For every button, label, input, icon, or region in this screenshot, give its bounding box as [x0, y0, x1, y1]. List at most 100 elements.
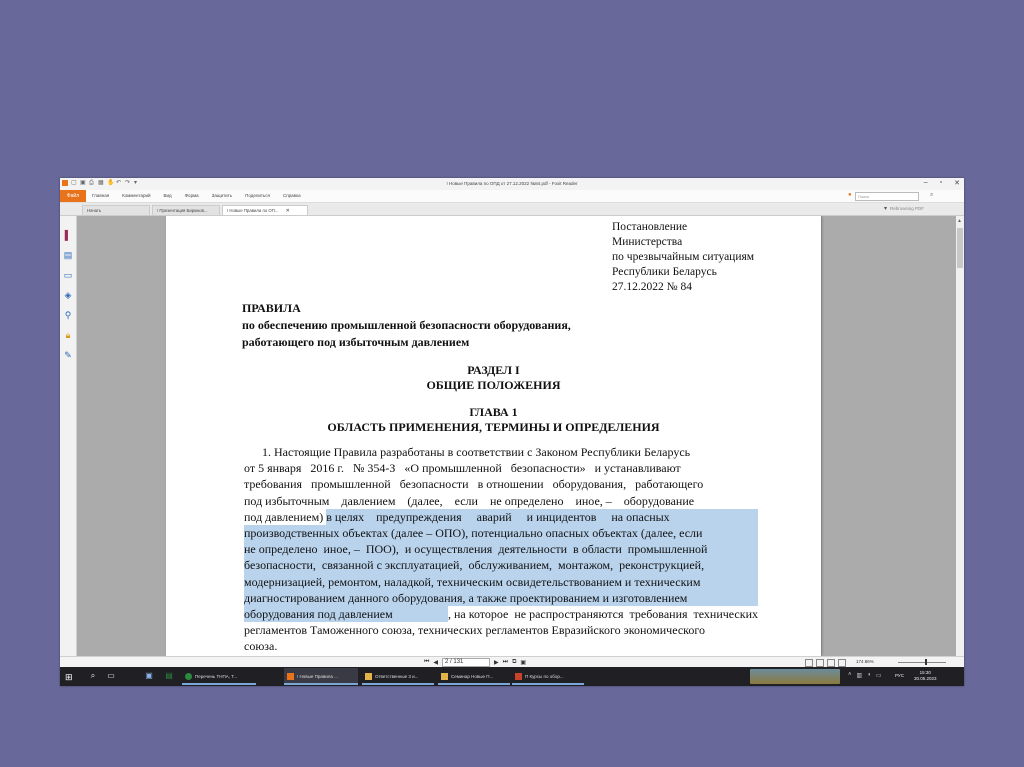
tab-help[interactable]: Справка	[283, 193, 301, 198]
comments-icon[interactable]: ▭	[63, 270, 73, 280]
doc-tab-start[interactable]: Начать	[82, 205, 150, 215]
paragraph-line: союза.	[244, 638, 758, 654]
minimize-icon[interactable]: –	[924, 179, 928, 187]
doc-tabs-extra: Rebrowsing PDF	[890, 206, 925, 211]
task-view-icon[interactable]: ▭	[106, 671, 116, 681]
windows-start-icon[interactable]: ⊞	[65, 672, 73, 683]
paragraph-line: 1. Настоящие Правила разработаны в соотв…	[244, 444, 758, 460]
close-icon[interactable]: ✕	[954, 179, 960, 187]
attachments-icon[interactable]: ⚲	[63, 310, 73, 320]
chevron-down-icon[interactable]: ▾	[884, 205, 887, 212]
taskbar-item-label: П Курсы по обор...	[525, 674, 564, 679]
zoom-level[interactable]: 174.86%	[856, 659, 874, 664]
scrollbar-thumb[interactable]	[957, 228, 963, 268]
foxit-reader-window: ▢ ▣ ⎙ ▦ ✋ ↶ ↷ ▾ ! Новые Правила по ОПД о…	[60, 178, 964, 686]
taskbar-item[interactable]: П Курсы по обор...	[512, 668, 584, 685]
pdf-page: Постановление Министерства по чрезвычайн…	[166, 216, 821, 656]
tab-home[interactable]: Главная	[92, 193, 109, 198]
paragraph-line: под избыточным давлением (далее, если не…	[244, 493, 758, 509]
document-tab-bar: Начать ! Презентация Бирюков... ! Новые …	[60, 203, 964, 216]
doc-tab-label: Начать	[87, 208, 102, 213]
view-mode-buttons	[805, 659, 846, 667]
navigation-sidebar: ▌ ▤ ▭ ◈ ⚲ 🔒︎ ✎	[60, 216, 77, 656]
next-page-icon[interactable]: ▶	[494, 659, 499, 666]
paragraph-text: под давлением)	[244, 509, 327, 524]
doc-tab-presentation[interactable]: ! Презентация Бирюков...	[152, 205, 220, 215]
paragraph-line: безопасности, связанной с эксплуатацией,…	[244, 557, 758, 574]
battery-icon[interactable]: ▭	[876, 672, 882, 679]
language-indicator[interactable]: РУС	[895, 673, 904, 678]
single-page-icon[interactable]	[805, 659, 813, 667]
paragraph-line: модернизацией, ремонтом, наладкой, техни…	[244, 573, 758, 590]
security-icon[interactable]: 🔒︎	[63, 330, 73, 340]
page-navigation: ⏮ ◀ 2 / 131 ▶ ⏭ ⧉ ▣	[424, 658, 526, 667]
weather-widget[interactable]	[750, 669, 840, 684]
paragraph-line: регламентов Таможенного союза, техническ…	[244, 622, 758, 638]
section-number: РАЗДЕЛ I	[467, 363, 520, 377]
paragraph-line: не определено иное, – ПОО), и осуществле…	[244, 541, 758, 558]
copy-view-icon[interactable]: ⧉	[512, 659, 516, 666]
chapter-title: ОБЛАСТЬ ПРИМЕНЕНИЯ, ТЕРМИНЫ И ОПРЕДЕЛЕНИ…	[327, 420, 660, 434]
lightbulb-icon[interactable]: ●	[848, 192, 852, 198]
taskbar-item-active[interactable]: ! Новые Правила ...	[284, 668, 358, 685]
highlighted-text: безопасности, связанной с эксплуатацией,…	[244, 557, 758, 574]
close-tab-icon[interactable]: ✕	[286, 208, 290, 214]
vertical-scrollbar[interactable]: ▲	[956, 216, 964, 656]
paragraph-line: оборудования под давлением, на которое н…	[244, 606, 758, 623]
search-icon[interactable]: ⌕	[88, 671, 98, 681]
signature-icon[interactable]: ✎	[63, 350, 73, 360]
doc-tab-label: ! Презентация Бирюков...	[157, 208, 208, 213]
powerpoint-icon	[515, 673, 522, 681]
highlighted-text: модернизацией, ремонтом, наладкой, техни…	[244, 573, 758, 590]
highlighted-text: производственных объектах (далее – ОПО),…	[244, 525, 758, 542]
chevron-up-icon[interactable]: ˄	[848, 672, 852, 679]
windows-taskbar: ⊞ ⌕ ▭ ▣ ▤ Перечень ТНПА, Т... ! Новые Пр…	[60, 667, 964, 686]
paragraph-text: , на которое не распространяются требова…	[447, 607, 758, 622]
volume-icon[interactable]: ◖	[867, 672, 871, 679]
taskbar-item[interactable]: Семинар Новые П...	[438, 668, 510, 685]
paragraph-line: производственных объектах (далее – ОПО),…	[244, 525, 758, 542]
page-number-input[interactable]: 2 / 131	[442, 658, 491, 667]
scroll-up-icon[interactable]: ▲	[957, 218, 962, 224]
tab-comment[interactable]: Комментарий	[122, 193, 150, 198]
prev-page-icon[interactable]: ◀	[433, 659, 438, 666]
continuous-icon[interactable]	[816, 659, 824, 667]
search-input[interactable]: Поиск	[855, 192, 919, 201]
search-icon[interactable]: ⌕	[930, 192, 933, 199]
pages-icon[interactable]: ▤	[63, 250, 73, 260]
save-icon[interactable]: ▣	[144, 671, 154, 681]
bookmarks-icon[interactable]: ▌	[63, 230, 73, 240]
excel-icon[interactable]: ▤	[164, 671, 174, 681]
taskbar-item-label: Семинар Новые П...	[451, 674, 494, 679]
tab-view[interactable]: Вид	[163, 193, 171, 198]
taskbar-item[interactable]: Перечень ТНПА, Т...	[182, 668, 256, 685]
file-tab[interactable]: Файл	[60, 190, 86, 202]
doc-tab-rules[interactable]: ! Новые Правила по ОП... ✕	[222, 205, 308, 215]
approval-stamp: Постановление Министерства по чрезвычайн…	[612, 220, 754, 295]
layers-icon[interactable]: ◈	[63, 290, 73, 300]
paragraph-text: под избыточным давлением (далее, если не…	[244, 493, 695, 508]
title-line: по обеспечению промышленной безопасности…	[242, 318, 571, 332]
chrome-icon	[185, 673, 192, 681]
continuous-facing-icon[interactable]	[838, 659, 846, 667]
zoom-slider[interactable]	[898, 662, 946, 663]
network-icon[interactable]: ▥	[857, 672, 863, 679]
first-page-icon[interactable]: ⏮	[424, 659, 429, 666]
tab-protect[interactable]: Защитить	[212, 193, 232, 198]
tab-share[interactable]: Поделиться	[245, 193, 270, 198]
facing-icon[interactable]	[827, 659, 835, 667]
paragraph-line: от 5 января 2016 г. № 354-З «О промышлен…	[244, 460, 758, 476]
clock-date: 30.05.2023	[914, 676, 937, 681]
zoom-slider-knob[interactable]	[925, 659, 927, 665]
document-viewport[interactable]: Постановление Министерства по чрезвычайн…	[77, 216, 956, 656]
highlighted-text: диагностированием данного оборудования, …	[244, 589, 758, 607]
fit-icon[interactable]: ▣	[520, 659, 526, 666]
clock[interactable]: 15:30 30.05.2023	[914, 670, 937, 682]
doc-tab-label: ! Новые Правила по ОП...	[227, 208, 279, 213]
highlighted-text: оборудования под давлением	[244, 606, 448, 623]
maximize-icon[interactable]: ▫	[940, 179, 942, 187]
taskbar-item[interactable]: Ответственные 3 и...	[362, 668, 434, 685]
tab-form[interactable]: Форма	[185, 193, 199, 198]
stamp-line: Министерства	[612, 236, 683, 248]
last-page-icon[interactable]: ⏭	[503, 659, 508, 666]
